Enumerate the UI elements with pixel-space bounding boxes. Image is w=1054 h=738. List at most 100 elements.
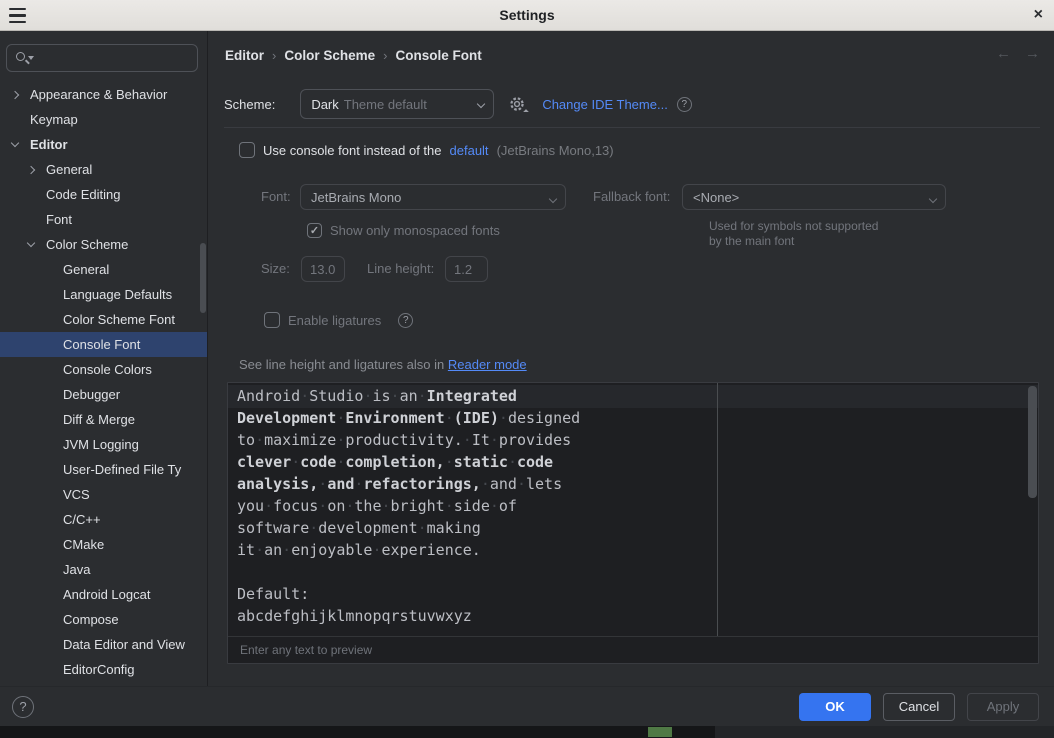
sidebar-item-label: General — [46, 162, 92, 177]
sidebar-item-keymap[interactable]: Keymap — [0, 107, 207, 132]
sidebar-item-code-editing[interactable]: Code Editing — [0, 182, 207, 207]
sidebar-item-appearance-behavior[interactable]: Appearance & Behavior — [0, 82, 207, 107]
sidebar-item-label: General — [63, 262, 109, 277]
sidebar-item-general[interactable]: General — [0, 257, 207, 282]
preview-scrollbar[interactable] — [1028, 386, 1037, 498]
help-icon[interactable]: ? — [677, 97, 692, 112]
font-label: Font: — [261, 184, 291, 210]
fallback-font-dropdown[interactable]: <None> — [682, 184, 946, 210]
preview-lines: Android·Studio·is·an·IntegratedDevelopme… — [237, 385, 1018, 627]
breadcrumb-item[interactable]: Console Font — [395, 48, 481, 63]
fallback-note: Used for symbols not supported by the ma… — [709, 219, 878, 249]
sidebar-item-color-scheme[interactable]: Color Scheme — [0, 232, 207, 257]
sidebar-scrollbar[interactable] — [200, 243, 206, 313]
fallback-font-label: Fallback font: — [593, 184, 670, 210]
breadcrumb-item[interactable]: Editor — [225, 48, 264, 63]
sidebar-item-compose[interactable]: Compose — [0, 607, 207, 632]
sidebar-item-label: VCS — [63, 487, 90, 502]
dialog-footer: ? OK Cancel Apply — [0, 686, 1054, 726]
line-height-input[interactable] — [445, 256, 488, 282]
sidebar-item-data-editor-and-view[interactable]: Data Editor and View — [0, 632, 207, 657]
line-height-label: Line height: — [367, 256, 434, 282]
section-divider — [224, 127, 1040, 128]
scheme-value-hint: Theme default — [344, 97, 427, 112]
chevron-right-icon[interactable] — [26, 167, 46, 173]
sidebar-item-editorconfig[interactable]: EditorConfig — [0, 657, 207, 682]
change-ide-theme-link[interactable]: Change IDE Theme... — [542, 97, 668, 112]
sidebar-item-label: Code Editing — [46, 187, 120, 202]
preview-line: to·maximize·productivity.·It·provides — [237, 429, 1018, 451]
reader-mode-link[interactable]: Reader mode — [448, 357, 527, 372]
scheme-dropdown[interactable]: Dark Theme default — [300, 89, 494, 119]
breadcrumb-item[interactable]: Color Scheme — [284, 48, 375, 63]
sidebar-item-console-colors[interactable]: Console Colors — [0, 357, 207, 382]
preview-line: analysis,·and·refactorings,·and·lets — [237, 473, 1018, 495]
sidebar-item-vcs[interactable]: VCS — [0, 482, 207, 507]
scheme-label: Scheme: — [224, 97, 275, 112]
sidebar-item-label: Appearance & Behavior — [30, 87, 167, 102]
font-dropdown[interactable]: JetBrains Mono — [300, 184, 566, 210]
preview-line: software·development·making — [237, 517, 1018, 539]
preview-line: it·an·enjoyable·experience. — [237, 539, 1018, 561]
ok-button[interactable]: OK — [799, 693, 871, 721]
search-icon — [15, 50, 33, 66]
sidebar-item-label: Data Editor and View — [63, 637, 185, 652]
sidebar-item-debugger[interactable]: Debugger — [0, 382, 207, 407]
settings-content: Editor›Color Scheme›Console Font ← → Sch… — [208, 31, 1054, 686]
monospaced-only-checkbox[interactable]: ✓ — [307, 223, 322, 238]
gear-icon[interactable] — [508, 95, 526, 113]
sidebar-item-cmake[interactable]: CMake — [0, 532, 207, 557]
cancel-button[interactable]: Cancel — [883, 693, 955, 721]
apply-button[interactable]: Apply — [967, 693, 1039, 721]
ligatures-help-icon[interactable]: ? — [398, 313, 413, 328]
close-icon[interactable]: × — [1034, 5, 1043, 25]
preview-line: clever·code·completion,·static·code — [237, 451, 1018, 473]
sidebar-item-label: Language Defaults — [63, 287, 172, 302]
default-link[interactable]: default — [450, 143, 489, 158]
sidebar-item-label: C/C++ — [63, 512, 101, 527]
sidebar-item-android-logcat[interactable]: Android Logcat — [0, 582, 207, 607]
preview-line — [237, 561, 1018, 583]
size-label: Size: — [261, 256, 290, 282]
sidebar-item-label: Font — [46, 212, 72, 227]
sidebar-item-diff-merge[interactable]: Diff & Merge — [0, 407, 207, 432]
sidebar-item-user-defined-file-ty[interactable]: User-Defined File Ty — [0, 457, 207, 482]
sidebar-item-color-scheme-font[interactable]: Color Scheme Font — [0, 307, 207, 332]
enable-ligatures-label: Enable ligatures — [288, 313, 381, 328]
sidebar-item-java[interactable]: Java — [0, 557, 207, 582]
sidebar-item-label: EditorConfig — [63, 662, 135, 677]
size-input[interactable] — [301, 256, 345, 282]
chevron-right-icon[interactable] — [10, 92, 30, 98]
sidebar-item-label: CMake — [63, 537, 104, 552]
sidebar-item-jvm-logging[interactable]: JVM Logging — [0, 432, 207, 457]
sidebar-item-c-c[interactable]: C/C++ — [0, 507, 207, 532]
chevron-down-icon[interactable] — [10, 143, 30, 146]
back-arrow-icon[interactable]: ← — [996, 45, 1011, 62]
hamburger-menu-icon[interactable] — [9, 8, 26, 23]
preview-line: Android·Studio·is·an·Integrated — [237, 385, 1018, 407]
preview-line: Development·Environment·(IDE)·designed — [237, 407, 1018, 429]
search-input[interactable] — [6, 44, 198, 72]
forward-arrow-icon[interactable]: → — [1025, 45, 1040, 62]
chevron-down-icon — [929, 195, 937, 203]
help-icon[interactable]: ? — [12, 696, 34, 718]
fallback-font-value: <None> — [693, 190, 739, 205]
sidebar-item-language-defaults[interactable]: Language Defaults — [0, 282, 207, 307]
chevron-down-icon[interactable] — [26, 243, 46, 246]
use-console-font-checkbox[interactable] — [239, 142, 255, 158]
chevron-down-icon — [477, 100, 485, 108]
breadcrumb-separator: › — [375, 48, 395, 63]
sidebar-item-label: Keymap — [30, 112, 78, 127]
monospaced-only-label: Show only monospaced fonts — [330, 223, 500, 238]
sidebar-item-general[interactable]: General — [0, 157, 207, 182]
sidebar-item-label: Console Font — [63, 337, 140, 352]
preview-line: Default: — [237, 583, 1018, 605]
breadcrumb-separator: › — [264, 48, 284, 63]
font-preview-editor[interactable]: Android·Studio·is·an·IntegratedDevelopme… — [227, 382, 1039, 664]
sidebar-item-editor[interactable]: Editor — [0, 132, 207, 157]
sidebar-item-label: Java — [63, 562, 90, 577]
sidebar-item-console-font[interactable]: Console Font — [0, 332, 207, 357]
sidebar-item-font[interactable]: Font — [0, 207, 207, 232]
enable-ligatures-checkbox[interactable] — [264, 312, 280, 328]
sidebar-item-label: Console Colors — [63, 362, 152, 377]
